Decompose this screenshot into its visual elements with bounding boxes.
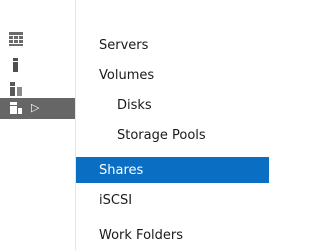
rail-servers-button[interactable]: [0, 29, 75, 50]
rail-volume-button[interactable]: [0, 55, 75, 76]
disks-icon: [10, 82, 22, 96]
menu-item-work-folders[interactable]: Work Folders: [76, 222, 269, 248]
expand-chevron-icon: ▷: [31, 101, 40, 114]
file-storage-services-icon: [10, 102, 22, 114]
menu-item-storage-pools[interactable]: Storage Pools: [76, 122, 269, 148]
rail-disks-button[interactable]: [0, 79, 75, 100]
volume-icon: [13, 58, 18, 72]
file-storage-submenu: Servers Volumes Disks Storage Pools Shar…: [76, 0, 269, 250]
navigation-rail: ▷: [0, 0, 76, 250]
menu-item-shares[interactable]: Shares: [76, 157, 269, 183]
menu-item-servers[interactable]: Servers: [76, 32, 269, 58]
menu-item-disks[interactable]: Disks: [76, 92, 269, 118]
rail-file-storage-services-button[interactable]: ▷: [0, 98, 75, 119]
servers-icon: [9, 32, 23, 46]
menu-item-volumes[interactable]: Volumes: [76, 62, 269, 88]
menu-item-iscsi[interactable]: iSCSI: [76, 187, 269, 213]
